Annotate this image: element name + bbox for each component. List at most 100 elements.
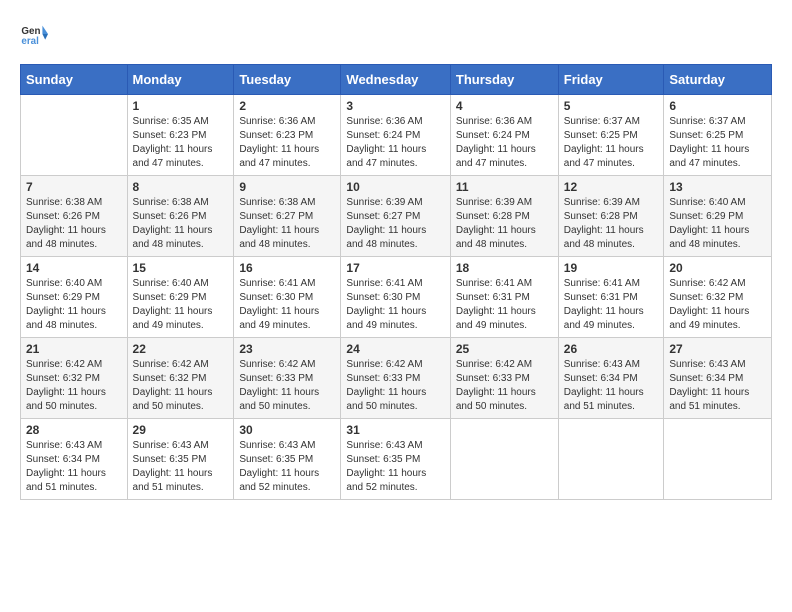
day-info: Sunrise: 6:42 AM Sunset: 6:32 PM Dayligh… xyxy=(669,277,766,333)
day-number: 30 xyxy=(239,423,335,437)
weekday-header: Wednesday xyxy=(341,65,450,95)
day-number: 6 xyxy=(669,99,766,113)
day-info: Sunrise: 6:42 AM Sunset: 6:33 PM Dayligh… xyxy=(346,358,444,414)
calendar-cell: 8Sunrise: 6:38 AM Sunset: 6:26 PM Daylig… xyxy=(127,176,234,257)
day-info: Sunrise: 6:43 AM Sunset: 6:34 PM Dayligh… xyxy=(669,358,766,414)
logo: Gen eral xyxy=(20,20,52,48)
day-info: Sunrise: 6:43 AM Sunset: 6:34 PM Dayligh… xyxy=(564,358,659,414)
day-number: 13 xyxy=(669,180,766,194)
day-info: Sunrise: 6:43 AM Sunset: 6:34 PM Dayligh… xyxy=(26,439,122,495)
day-number: 3 xyxy=(346,99,444,113)
day-info: Sunrise: 6:42 AM Sunset: 6:32 PM Dayligh… xyxy=(133,358,229,414)
day-number: 22 xyxy=(133,342,229,356)
calendar-cell: 20 Sunrise: 6:42 AM Sunset: 6:32 PM Dayli… xyxy=(664,257,772,338)
calendar-cell: 13Sunrise: 6:40 AM Sunset: 6:29 PM Dayli… xyxy=(664,176,772,257)
day-info: Sunrise: 6:43 AM Sunset: 6:35 PM Dayligh… xyxy=(239,439,335,495)
calendar-cell: 3 Sunrise: 6:36 AM Sunset: 6:24 PM Daylig… xyxy=(341,95,450,176)
day-number: 7 xyxy=(26,180,122,194)
weekday-header: Thursday xyxy=(450,65,558,95)
calendar-cell: 14Sunrise: 6:40 AM Sunset: 6:29 PM Dayli… xyxy=(21,257,128,338)
day-info: Sunrise: 6:42 AM Sunset: 6:33 PM Dayligh… xyxy=(456,358,553,414)
day-number: 2 xyxy=(239,99,335,113)
day-info: Sunrise: 6:41 AM Sunset: 6:30 PM Dayligh… xyxy=(239,277,335,333)
day-info: Sunrise: 6:36 AM Sunset: 6:24 PM Dayligh… xyxy=(346,115,444,171)
day-info: Sunrise: 6:43 AM Sunset: 6:35 PM Dayligh… xyxy=(346,439,444,495)
week-row: 1 Sunrise: 6:35 AM Sunset: 6:23 PM Daylig… xyxy=(21,95,772,176)
day-info: Sunrise: 6:37 AM Sunset: 6:25 PM Dayligh… xyxy=(564,115,659,171)
calendar-cell: 27 Sunrise: 6:43 AM Sunset: 6:34 PM Dayli… xyxy=(664,338,772,419)
day-number: 20 xyxy=(669,261,766,275)
day-number: 4 xyxy=(456,99,553,113)
weekday-header: Monday xyxy=(127,65,234,95)
day-number: 1 xyxy=(133,99,229,113)
day-number: 15 xyxy=(133,261,229,275)
day-info: Sunrise: 6:38 AM Sunset: 6:27 PM Dayligh… xyxy=(239,196,335,252)
calendar-cell: 6 Sunrise: 6:37 AM Sunset: 6:25 PM Daylig… xyxy=(664,95,772,176)
calendar-cell xyxy=(558,419,664,500)
weekday-header: Tuesday xyxy=(234,65,341,95)
day-number: 18 xyxy=(456,261,553,275)
calendar-cell: 1 Sunrise: 6:35 AM Sunset: 6:23 PM Daylig… xyxy=(127,95,234,176)
day-info: Sunrise: 6:42 AM Sunset: 6:33 PM Dayligh… xyxy=(239,358,335,414)
day-info: Sunrise: 6:38 AM Sunset: 6:26 PM Dayligh… xyxy=(26,196,122,252)
day-info: Sunrise: 6:36 AM Sunset: 6:23 PM Dayligh… xyxy=(239,115,335,171)
calendar-cell: 22 Sunrise: 6:42 AM Sunset: 6:32 PM Dayli… xyxy=(127,338,234,419)
day-number: 27 xyxy=(669,342,766,356)
day-info: Sunrise: 6:41 AM Sunset: 6:31 PM Dayligh… xyxy=(564,277,659,333)
day-info: Sunrise: 6:39 AM Sunset: 6:27 PM Dayligh… xyxy=(346,196,444,252)
week-row: 28 Sunrise: 6:43 AM Sunset: 6:34 PM Dayli… xyxy=(21,419,772,500)
calendar-cell: 15 Sunrise: 6:40 AM Sunset: 6:29 PM Dayli… xyxy=(127,257,234,338)
day-number: 23 xyxy=(239,342,335,356)
calendar-cell: 26Sunrise: 6:43 AM Sunset: 6:34 PM Dayli… xyxy=(558,338,664,419)
day-info: Sunrise: 6:42 AM Sunset: 6:32 PM Dayligh… xyxy=(26,358,122,414)
calendar-cell: 12 Sunrise: 6:39 AM Sunset: 6:28 PM Dayli… xyxy=(558,176,664,257)
day-number: 28 xyxy=(26,423,122,437)
calendar-cell: 10 Sunrise: 6:39 AM Sunset: 6:27 PM Dayli… xyxy=(341,176,450,257)
day-info: Sunrise: 6:38 AM Sunset: 6:26 PM Dayligh… xyxy=(133,196,229,252)
week-row: 7 Sunrise: 6:38 AM Sunset: 6:26 PM Daylig… xyxy=(21,176,772,257)
day-info: Sunrise: 6:40 AM Sunset: 6:29 PM Dayligh… xyxy=(133,277,229,333)
day-number: 11 xyxy=(456,180,553,194)
calendar-cell: 30 Sunrise: 6:43 AM Sunset: 6:35 PM Dayli… xyxy=(234,419,341,500)
calendar-cell: 28 Sunrise: 6:43 AM Sunset: 6:34 PM Dayli… xyxy=(21,419,128,500)
header-row: SundayMondayTuesdayWednesdayThursdayFrid… xyxy=(21,65,772,95)
calendar-table: SundayMondayTuesdayWednesdayThursdayFrid… xyxy=(20,64,772,500)
calendar-cell: 31 Sunrise: 6:43 AM Sunset: 6:35 PM Dayli… xyxy=(341,419,450,500)
calendar-cell: 7 Sunrise: 6:38 AM Sunset: 6:26 PM Daylig… xyxy=(21,176,128,257)
day-info: Sunrise: 6:41 AM Sunset: 6:31 PM Dayligh… xyxy=(456,277,553,333)
day-number: 5 xyxy=(564,99,659,113)
day-number: 17 xyxy=(346,261,444,275)
calendar-cell: 5 Sunrise: 6:37 AM Sunset: 6:25 PM Daylig… xyxy=(558,95,664,176)
weekday-header: Sunday xyxy=(21,65,128,95)
calendar-cell: 29 Sunrise: 6:43 AM Sunset: 6:35 PM Dayli… xyxy=(127,419,234,500)
weekday-header: Saturday xyxy=(664,65,772,95)
day-number: 24 xyxy=(346,342,444,356)
calendar-cell: 4 Sunrise: 6:36 AM Sunset: 6:24 PM Daylig… xyxy=(450,95,558,176)
week-row: 14Sunrise: 6:40 AM Sunset: 6:29 PM Dayli… xyxy=(21,257,772,338)
day-number: 31 xyxy=(346,423,444,437)
day-info: Sunrise: 6:37 AM Sunset: 6:25 PM Dayligh… xyxy=(669,115,766,171)
calendar-cell xyxy=(664,419,772,500)
calendar-cell: 24 Sunrise: 6:42 AM Sunset: 6:33 PM Dayli… xyxy=(341,338,450,419)
calendar-cell: 17Sunrise: 6:41 AM Sunset: 6:30 PM Dayli… xyxy=(341,257,450,338)
day-info: Sunrise: 6:35 AM Sunset: 6:23 PM Dayligh… xyxy=(133,115,229,171)
day-number: 29 xyxy=(133,423,229,437)
day-info: Sunrise: 6:39 AM Sunset: 6:28 PM Dayligh… xyxy=(564,196,659,252)
calendar-cell: 11Sunrise: 6:39 AM Sunset: 6:28 PM Dayli… xyxy=(450,176,558,257)
day-number: 10 xyxy=(346,180,444,194)
calendar-cell xyxy=(21,95,128,176)
calendar-cell: 25Sunrise: 6:42 AM Sunset: 6:33 PM Dayli… xyxy=(450,338,558,419)
calendar-cell: 2 Sunrise: 6:36 AM Sunset: 6:23 PM Daylig… xyxy=(234,95,341,176)
day-info: Sunrise: 6:36 AM Sunset: 6:24 PM Dayligh… xyxy=(456,115,553,171)
calendar-cell: 19 Sunrise: 6:41 AM Sunset: 6:31 PM Dayli… xyxy=(558,257,664,338)
svg-text:eral: eral xyxy=(21,36,39,47)
day-number: 19 xyxy=(564,261,659,275)
logo-icon: Gen eral xyxy=(20,20,48,48)
weekday-header: Friday xyxy=(558,65,664,95)
calendar-cell: 9Sunrise: 6:38 AM Sunset: 6:27 PM Daylig… xyxy=(234,176,341,257)
day-number: 12 xyxy=(564,180,659,194)
day-info: Sunrise: 6:43 AM Sunset: 6:35 PM Dayligh… xyxy=(133,439,229,495)
header: Gen eral xyxy=(20,20,772,48)
week-row: 21Sunrise: 6:42 AM Sunset: 6:32 PM Dayli… xyxy=(21,338,772,419)
calendar-cell: 23 Sunrise: 6:42 AM Sunset: 6:33 PM Dayli… xyxy=(234,338,341,419)
